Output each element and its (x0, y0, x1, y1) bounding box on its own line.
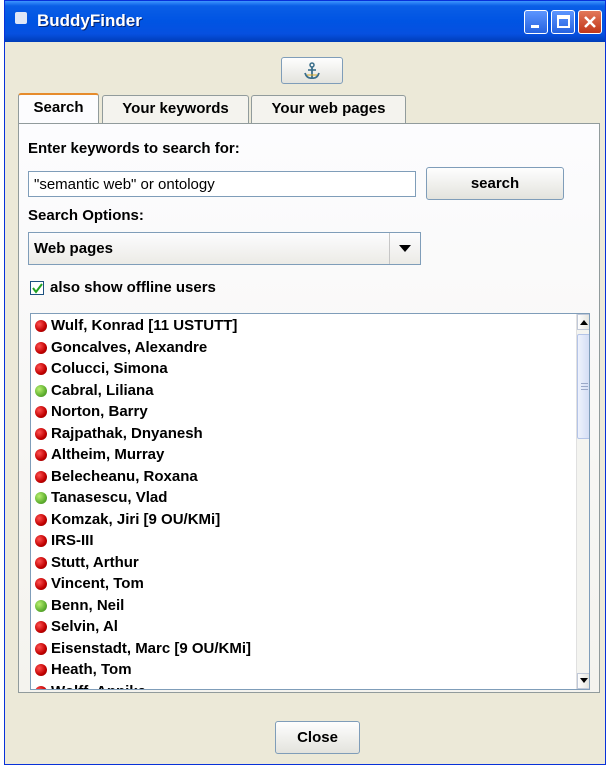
results-rows: Wulf, Konrad [11 USTUTT] Goncalves, Alexa… (31, 315, 569, 690)
list-item[interactable]: Benn, Neil (31, 595, 569, 617)
list-item[interactable]: Norton, Barry (31, 401, 569, 423)
list-item[interactable]: Altheim, Murray (31, 444, 569, 466)
buddy-name: Norton, Barry (51, 403, 148, 420)
list-item[interactable]: IRS-III (31, 530, 569, 552)
offline-status-icon (35, 513, 47, 526)
offline-status-icon (35, 685, 47, 689)
window-title: BuddyFinder (37, 11, 142, 30)
list-item[interactable]: Goncalves, Alexandre (31, 337, 569, 359)
offline-status-icon (35, 621, 47, 633)
offline-status-icon (35, 578, 47, 590)
offline-status-icon (35, 406, 47, 418)
search-button[interactable]: search (426, 167, 564, 200)
buddy-name: Colucci, Simona (51, 360, 168, 377)
scroll-down-button[interactable] (577, 673, 589, 689)
list-item[interactable]: Colucci, Simona (31, 358, 569, 380)
buddy-name: Wulf, Konrad [11 USTUTT] (51, 317, 238, 334)
list-item[interactable]: Komzak, Jiri [9 OU/KMi] (31, 509, 569, 531)
tab-your-web-pages[interactable]: Your web pages (251, 95, 406, 123)
minimize-icon (531, 25, 539, 28)
anchor-icon (304, 62, 320, 80)
keywords-label: Enter keywords to search for: (28, 140, 240, 157)
grip-line (581, 389, 588, 390)
buddy-name: Benn, Neil (51, 596, 125, 614)
buddy-name: Cabral, Liliana (51, 381, 154, 399)
offline-status-icon (35, 427, 47, 440)
list-item[interactable]: Wolff, Annika (31, 681, 569, 690)
vertical-scrollbar[interactable] (576, 314, 589, 689)
buddy-name: Belecheanu, Roxana (51, 467, 198, 485)
offline-users-label: also show offline users (50, 279, 216, 296)
offline-status-icon (35, 642, 47, 655)
buddy-name: Stutt, Arthur (51, 553, 139, 571)
maximize-icon (557, 15, 570, 28)
arrow-up-icon (580, 320, 588, 325)
list-item[interactable]: Belecheanu, Roxana (31, 466, 569, 488)
online-status-icon (35, 599, 47, 612)
offline-status-icon (35, 363, 47, 375)
maximize-button[interactable] (551, 10, 575, 34)
list-item[interactable]: Cabral, Liliana (31, 380, 569, 402)
list-item[interactable]: Selvin, Al (31, 616, 569, 638)
buddyfinder-window: BuddyFinder Search Your keywords Your we… (4, 0, 606, 765)
list-item[interactable]: Vincent, Tom (31, 573, 569, 595)
buddy-name: Heath, Tom (51, 661, 132, 678)
buddy-name: Komzak, Jiri [9 OU/KMi] (51, 510, 221, 528)
offline-status-icon (35, 320, 47, 332)
grip-line (581, 386, 588, 387)
buddy-name: Eisenstadt, Marc [9 OU/KMi] (51, 639, 252, 657)
window-close-button[interactable] (578, 10, 602, 34)
list-item[interactable]: Wulf, Konrad [11 USTUTT] (31, 315, 569, 337)
search-option-value: Web pages (34, 240, 113, 257)
close-icon (584, 16, 596, 28)
checkmark-icon (32, 283, 43, 294)
offline-status-icon (35, 470, 47, 483)
app-icon (15, 12, 27, 24)
offline-users-checkbox[interactable] (30, 281, 44, 295)
buddy-name: IRS-III (51, 532, 94, 549)
list-item[interactable]: Rajpathak, Dnyanesh (31, 423, 569, 445)
buddy-name: Goncalves, Alexandre (51, 338, 208, 356)
list-item[interactable]: Heath, Tom (31, 659, 569, 681)
list-item[interactable]: Tanasescu, Vlad (31, 487, 569, 509)
list-item[interactable]: Stutt, Arthur (31, 552, 569, 574)
anchor-button[interactable] (281, 57, 343, 84)
close-button[interactable]: Close (275, 721, 360, 754)
search-options-label: Search Options: (28, 207, 144, 224)
buddy-name: Rajpathak, Dnyanesh (51, 424, 203, 442)
buddy-name: Selvin, Al (51, 618, 118, 635)
minimize-button[interactable] (524, 10, 548, 34)
buddy-name: Tanasescu, Vlad (51, 489, 168, 506)
search-input[interactable] (28, 171, 416, 197)
online-status-icon (35, 384, 47, 397)
chevron-down-icon (399, 245, 411, 252)
buddy-name: Wolff, Annika (51, 683, 146, 690)
online-status-icon (35, 492, 47, 504)
scrollbar-thumb[interactable] (577, 334, 589, 439)
scroll-up-button[interactable] (577, 314, 589, 330)
arrow-down-icon (580, 678, 588, 683)
title-bar[interactable]: BuddyFinder (5, 1, 605, 42)
offline-status-icon (35, 535, 47, 547)
tab-your-keywords[interactable]: Your keywords (102, 95, 249, 123)
offline-status-icon (35, 449, 47, 461)
offline-status-icon (35, 556, 47, 569)
search-panel: Enter keywords to search for: search Sea… (18, 123, 600, 693)
tab-search[interactable]: Search (18, 93, 99, 123)
buddy-name: Vincent, Tom (51, 575, 144, 592)
results-list[interactable]: Wulf, Konrad [11 USTUTT] Goncalves, Alexa… (30, 313, 590, 690)
grip-line (581, 383, 588, 384)
offline-status-icon (35, 341, 47, 354)
offline-status-icon (35, 664, 47, 676)
list-item[interactable]: Eisenstadt, Marc [9 OU/KMi] (31, 638, 569, 660)
search-options-select[interactable]: Web pages (28, 232, 421, 265)
dropdown-arrow-button[interactable] (389, 233, 420, 264)
buddy-name: Altheim, Murray (51, 446, 165, 463)
